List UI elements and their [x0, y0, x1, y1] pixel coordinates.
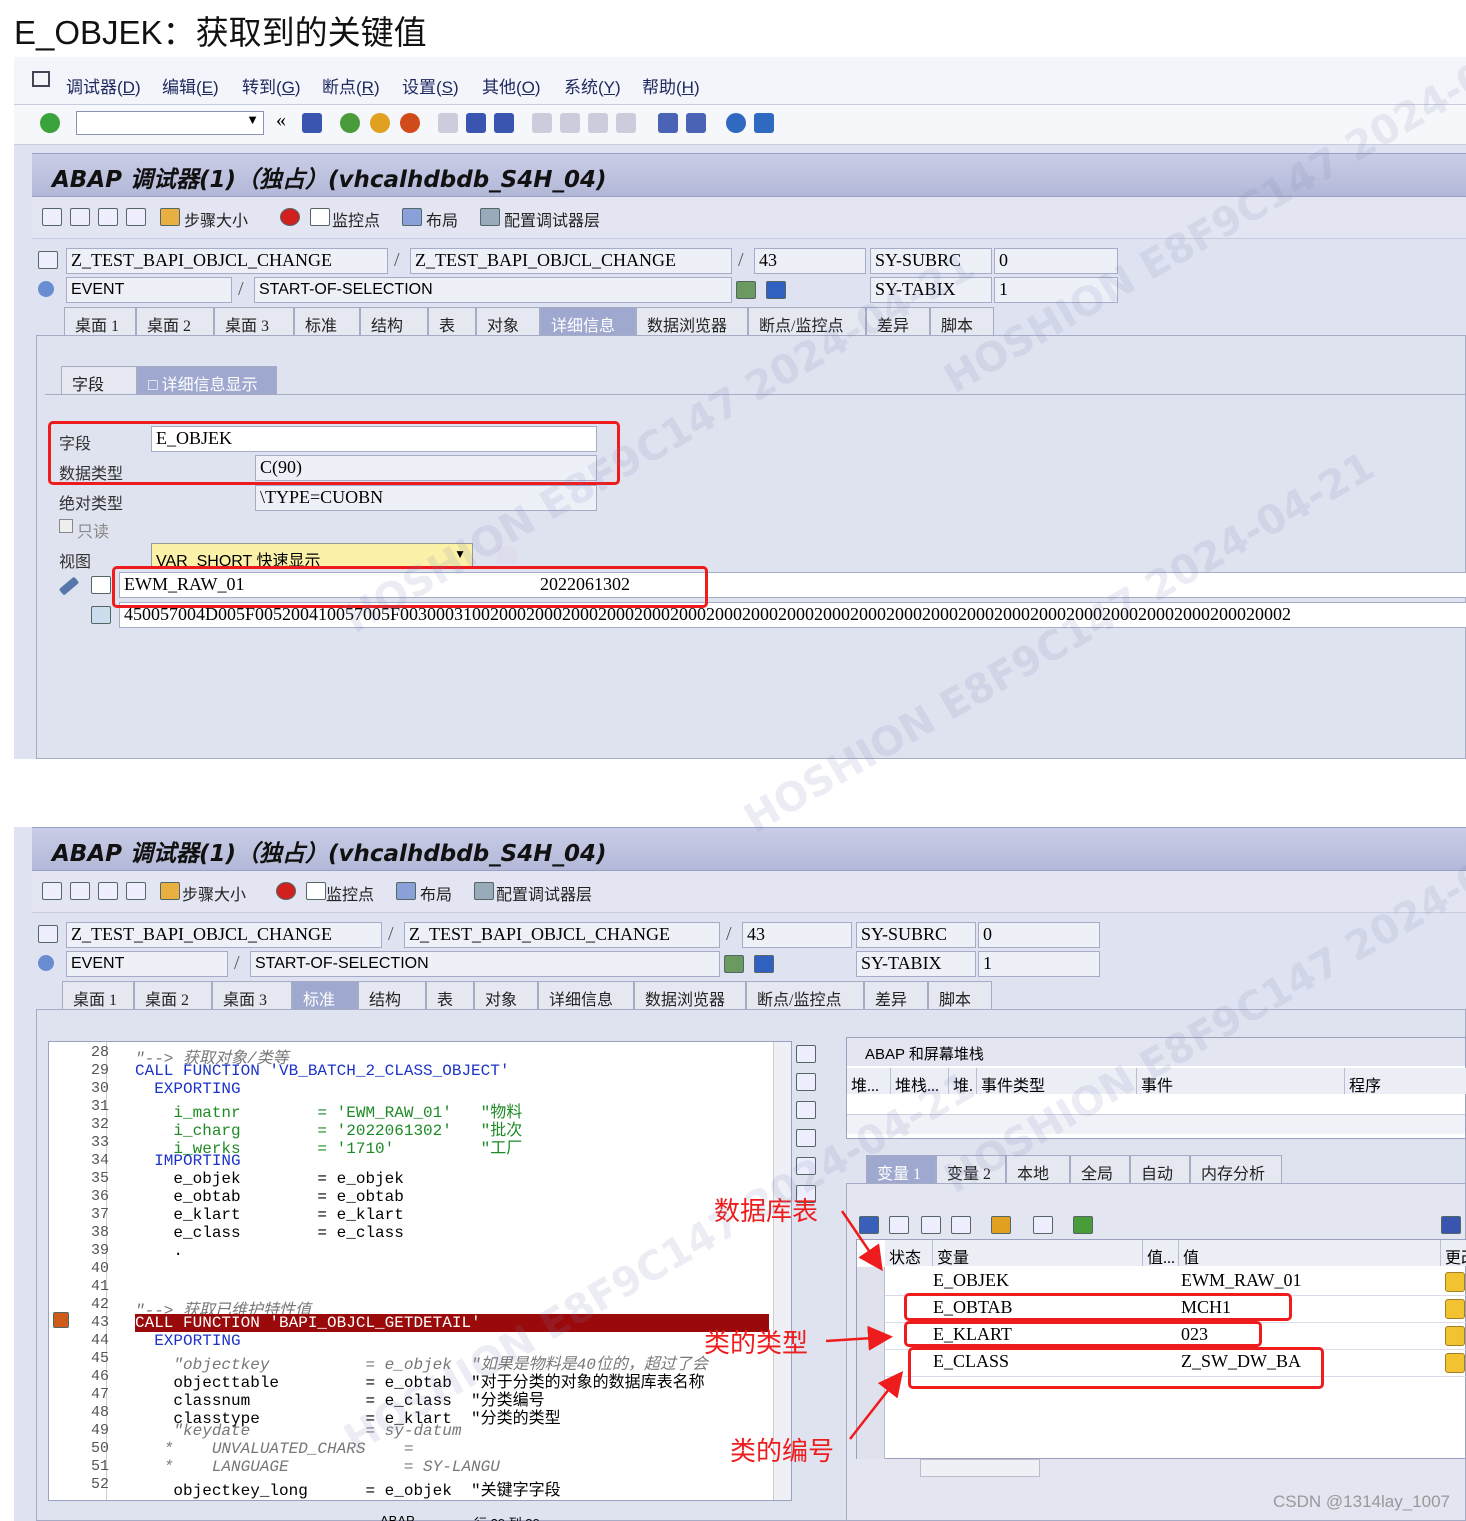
page-title: E_OBJEK：获取到的关键值 — [14, 14, 427, 51]
tab-5[interactable]: 表 — [428, 307, 476, 335]
tab-7[interactable]: 详细信息 — [540, 307, 636, 335]
stop-icon[interactable] — [280, 208, 300, 226]
collapse-icon[interactable]: « — [276, 109, 286, 132]
subtab-detail-display[interactable]: □ 详细信息显示 — [137, 366, 277, 394]
tab-2[interactable]: 桌面 3 — [214, 307, 294, 335]
detail-panel: 字段 □ 详细信息显示 字段 E_OBJEK 数据类型 C(90) 绝对类型 \… — [36, 335, 1466, 759]
sy-subrc-label: SY-SUBRC — [870, 248, 992, 274]
tab-8[interactable]: 数据浏览器 — [636, 307, 748, 335]
config-icon[interactable] — [480, 208, 500, 226]
view-label: 视图 — [59, 554, 92, 571]
step-size-button[interactable]: 步骤大小 — [184, 207, 248, 231]
tab-0[interactable]: 桌面 1 — [64, 307, 136, 335]
menu-item[interactable]: 调试器(D) — [66, 73, 141, 98]
prev-page-icon[interactable] — [560, 113, 580, 133]
find-next-icon[interactable] — [494, 113, 514, 133]
menu-item[interactable]: 转到(G) — [242, 73, 301, 98]
next-page-icon[interactable] — [588, 113, 608, 133]
watchpoint-button[interactable]: 监控点 — [332, 207, 380, 231]
sy-tabix-label: SY-TABIX — [870, 277, 992, 303]
cancel-icon[interactable] — [400, 113, 420, 133]
debugger-toolbar: 步骤大小 监控点 布局 配置调试器层 — [32, 197, 1466, 239]
menu-item[interactable]: 断点(R) — [322, 73, 380, 98]
credit-watermark: CSDN @1314lay_1007 — [1273, 1492, 1450, 1511]
tab-6[interactable]: 对象 — [476, 307, 540, 335]
single-step-icon[interactable] — [42, 208, 62, 226]
tab-1[interactable]: 桌面 2 — [136, 307, 214, 335]
tab-10[interactable]: 差异 — [866, 307, 930, 335]
menu-item[interactable]: 设置(S) — [402, 73, 459, 98]
text-view-icon[interactable] — [91, 576, 111, 594]
menu-icon[interactable] — [32, 71, 50, 87]
config-layer-button[interactable]: 配置调试器层 — [504, 207, 600, 231]
arrow-db-table — [840, 1210, 883, 1272]
back-icon[interactable] — [340, 113, 360, 133]
return-icon[interactable] — [98, 208, 118, 226]
continue-icon[interactable] — [126, 208, 146, 226]
menu-item[interactable]: 其他(O) — [482, 73, 541, 98]
layout-menu-icon[interactable] — [754, 113, 774, 133]
main-tabstrip: 桌面 1 桌面 2 桌面 3 标准 结构表对象 详细信息 数据浏览器 断点/监控点 差异 脚本 — [64, 307, 1064, 337]
watchpoint-icon[interactable] — [310, 208, 330, 226]
menu-item[interactable]: 编辑(E) — [162, 73, 219, 98]
info-icon[interactable] — [766, 281, 786, 299]
menu-bar: 调试器(D) 编辑(E) 转到(G) 断点(R) 设置(S) 其他(O) 系统(Y) 帮助(H… — [14, 57, 1466, 105]
separator: / — [738, 249, 744, 271]
menu-item[interactable]: 帮助(H) — [642, 73, 700, 98]
print-icon[interactable] — [438, 113, 458, 133]
highlight-box-field — [48, 421, 620, 485]
help-icon[interactable] — [726, 113, 746, 133]
shortcut-icon[interactable] — [686, 113, 706, 133]
separator: / — [394, 249, 400, 271]
menu-item[interactable]: 系统(Y) — [564, 73, 621, 98]
arrow-class-type — [825, 1325, 893, 1351]
annotation-arrows — [825, 1210, 904, 1440]
readonly-checkbox[interactable] — [59, 519, 73, 533]
sap-gui-window-standard: ABAP 调试器(1)（独占）(vhcalhdbdb_S4H_04) 步骤大小 … — [14, 827, 1466, 1521]
debugger-title-bar: ABAP 调试器(1)（独占）(vhcalhdbdb_S4H_04) — [32, 153, 1466, 197]
sy-tabix-value[interactable]: 1 — [994, 277, 1118, 303]
apply-view-icon[interactable] — [497, 546, 517, 564]
event-icon — [38, 281, 54, 297]
layout-button[interactable]: 布局 — [426, 207, 458, 231]
step-size-icon[interactable] — [160, 208, 180, 226]
chevron-down-icon[interactable]: ▼ — [454, 547, 466, 561]
sap-gui-window-detail: 调试器(D) 编辑(E) 转到(G) 断点(R) 设置(S) 其他(O) 系统(Y) 帮助(H… — [14, 57, 1466, 759]
tab-9[interactable]: 断点/监控点 — [748, 307, 866, 335]
new-session-icon[interactable] — [658, 113, 678, 133]
tab-11[interactable]: 脚本 — [930, 307, 994, 335]
layout-icon[interactable] — [402, 208, 422, 226]
program-icon — [38, 251, 58, 269]
absolute-type-value: \TYPE=CUOBN — [255, 485, 597, 511]
program-field[interactable]: Z_TEST_BAPI_OBJCL_CHANGE — [66, 248, 388, 274]
sy-subrc-value[interactable]: 0 — [994, 248, 1118, 274]
system-toolbar: ▼ « — [14, 105, 1466, 145]
readonly-label: 只读 — [77, 524, 110, 541]
subtab-field[interactable]: 字段 — [61, 366, 137, 394]
last-page-icon[interactable] — [616, 113, 636, 133]
exit-icon[interactable] — [370, 113, 390, 133]
chevron-down-icon[interactable]: ▼ — [246, 112, 259, 128]
debugger-title: ABAP 调试器(1)（独占）(vhcalhdbdb_S4H_04) — [52, 167, 607, 193]
include-field[interactable]: Z_TEST_BAPI_OBJCL_CHANGE — [410, 248, 732, 274]
highlight-box-value — [112, 566, 708, 608]
save-icon[interactable] — [302, 113, 322, 133]
event-type-field[interactable]: EVENT — [66, 277, 232, 303]
absolute-type-label: 绝对类型 — [59, 496, 124, 513]
tab-3[interactable]: 标准 — [294, 307, 360, 335]
tab-4[interactable]: 结构 — [360, 307, 428, 335]
separator: / — [238, 278, 244, 300]
enter-check-icon[interactable] — [40, 113, 60, 133]
first-page-icon[interactable] — [532, 113, 552, 133]
navigate-icon[interactable] — [736, 281, 756, 299]
command-field[interactable]: ▼ — [76, 111, 264, 135]
hex-view-icon[interactable] — [91, 606, 111, 624]
line-field[interactable]: 43 — [754, 248, 866, 274]
arrow-class-number — [849, 1371, 904, 1440]
event-field[interactable]: START-OF-SELECTION — [254, 277, 732, 303]
execute-icon[interactable] — [70, 208, 90, 226]
find-icon[interactable] — [466, 113, 486, 133]
